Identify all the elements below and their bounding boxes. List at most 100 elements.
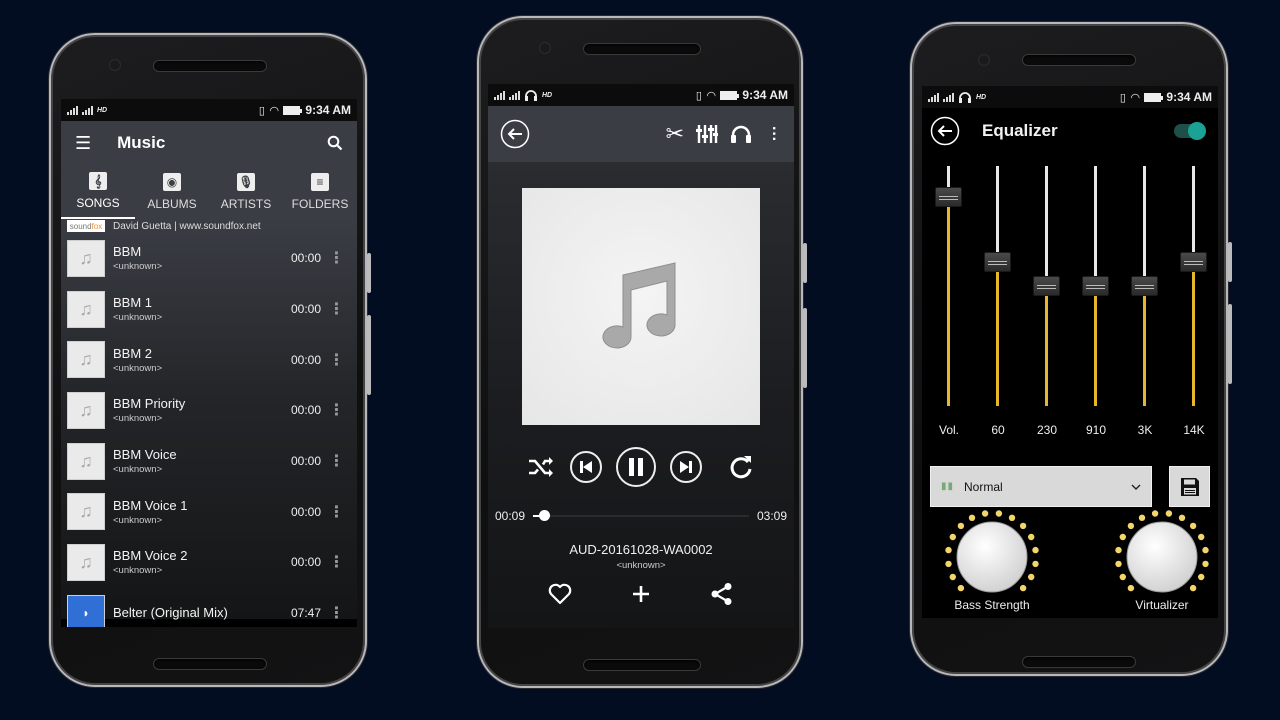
skip-previous-icon	[580, 461, 592, 473]
song-list-item[interactable]: ◗ Belter (Original Mix) 07:47 ⋮	[61, 588, 357, 627]
more-options-icon[interactable]: ⋮	[321, 400, 351, 420]
more-options-icon[interactable]: ⋮	[321, 248, 351, 268]
scissors-icon[interactable]: ✂	[666, 121, 684, 147]
slider-rail-filled	[996, 262, 999, 406]
player-screen: HD ▯ ◠ 9:34 AM ✂ ··· 00:09 03:09 AUD-201…	[488, 84, 794, 628]
more-options-icon[interactable]: ⋮	[321, 603, 351, 623]
knob-dial[interactable]	[1114, 510, 1210, 604]
band-slider[interactable]: 230	[1023, 166, 1071, 437]
album-art	[522, 188, 760, 425]
tab-folders[interactable]: ≡ FOLDERS	[283, 165, 357, 219]
soundfox-logo: sound fox	[67, 220, 105, 232]
slider-handle[interactable]	[1082, 276, 1109, 296]
tab-label: ARTISTS	[220, 197, 272, 211]
slider-handle[interactable]	[984, 252, 1011, 272]
tab-artists[interactable]: 🎙 ARTISTS	[209, 165, 283, 219]
seek-thumb[interactable]	[538, 510, 550, 521]
tab-albums[interactable]: ◉ ALBUMS	[135, 165, 209, 219]
phone-frame-music-list: HD ▯ ◠ 9:34 AM ☰ Music 𝄞 SONGS ◉ ALBUMS …	[49, 33, 371, 687]
more-options-icon[interactable]: ⋮	[321, 502, 351, 522]
add-to-playlist-button[interactable]	[631, 584, 651, 604]
favorite-button[interactable]	[548, 583, 572, 605]
song-list-item[interactable]: ♫ BBM 2 <unknown> 00:00 ⋮	[61, 334, 357, 385]
album-thumbnail: ♫	[67, 493, 105, 531]
previous-button[interactable]	[570, 451, 602, 483]
vibrate-icon: ▯	[258, 104, 265, 117]
volume-button	[1228, 304, 1232, 384]
now-playing-info: AUD-20161028-WA0002 <unknown>	[488, 542, 794, 571]
music-note-icon: ♫	[79, 551, 93, 572]
song-artist: <unknown>	[113, 362, 163, 374]
band-slider[interactable]: Vol.	[925, 166, 973, 437]
bass-strength-knob[interactable]: Bass Strength	[944, 510, 1040, 612]
song-list-item[interactable]: ♫ BBM Voice 1 <unknown> 00:00 ⋮	[61, 486, 357, 537]
preset-row: ▮▮ Normal	[930, 466, 1210, 507]
slider-handle[interactable]	[935, 187, 962, 207]
next-button[interactable]	[670, 451, 702, 483]
equalizer-icon[interactable]	[696, 123, 718, 145]
album-thumbnail: ♫	[67, 341, 105, 379]
hd-indicator: HD	[97, 106, 108, 114]
slider-rail-filled	[1045, 286, 1048, 406]
slider-rail-filled	[1094, 286, 1097, 406]
band-slider[interactable]: 60	[974, 166, 1022, 437]
song-list-item[interactable]: ♫ BBM Priority <unknown> 00:00 ⋮	[61, 385, 357, 436]
back-button[interactable]	[930, 116, 960, 146]
knob-dial[interactable]	[944, 510, 1040, 604]
song-list-item[interactable]: ♫ BBM Voice <unknown> 00:00 ⋮	[61, 436, 357, 487]
more-options-icon[interactable]: ⋮	[321, 451, 351, 471]
virtualizer-knob[interactable]: Virtualizer	[1114, 510, 1210, 612]
share-button[interactable]	[710, 582, 734, 606]
equalizer-toggle[interactable]	[1174, 122, 1206, 140]
wifi-icon: ◠	[269, 104, 279, 117]
song-list[interactable]: sound fox David Guetta | www.soundfox.net…	[61, 219, 357, 627]
repeat-button[interactable]	[726, 452, 756, 482]
band-slider[interactable]: 14K	[1170, 166, 1218, 437]
phone-frame-equalizer: HD ▯ ◠ 9:34 AM Equalizer Vol. 60 230 910 3K 1…	[910, 22, 1232, 676]
pause-button[interactable]	[616, 447, 656, 487]
song-list-item[interactable]: ♫ BBM Voice 2 <unknown> 00:00 ⋮	[61, 537, 357, 588]
slider-rail-upper	[1045, 166, 1048, 286]
band-slider[interactable]: 910	[1072, 166, 1120, 437]
seek-track[interactable]	[533, 510, 749, 521]
status-bar: HD ▯ ◠ 9:34 AM	[61, 99, 357, 121]
tab-songs[interactable]: 𝄞 SONGS	[61, 165, 135, 219]
shuffle-button[interactable]	[526, 452, 556, 482]
more-options-icon[interactable]: ···	[764, 126, 782, 142]
equalizer-toolbar: Equalizer	[922, 108, 1218, 154]
song-duration: 00:00	[290, 403, 321, 418]
song-artist: <unknown>	[616, 560, 666, 571]
bottom-speaker	[583, 659, 701, 671]
song-list-item[interactable]: ♫ BBM <unknown> 00:00 ⋮	[61, 233, 357, 284]
save-preset-button[interactable]	[1169, 466, 1210, 507]
more-options-icon[interactable]: ⋮	[321, 299, 351, 319]
more-options-icon[interactable]: ⋮	[321, 350, 351, 370]
status-bar: HD ▯ ◠ 9:34 AM	[488, 84, 794, 106]
preset-dropdown[interactable]: ▮▮ Normal	[930, 466, 1152, 507]
ad-banner[interactable]: sound fox David Guetta | www.soundfox.net	[61, 219, 357, 233]
song-duration: 00:00	[290, 454, 321, 469]
seek-bar: 00:09 03:09	[495, 509, 787, 523]
treble-clef-icon: 𝄞	[89, 172, 107, 190]
music-note-icon: ♫	[79, 501, 93, 522]
song-list-item[interactable]: ♫ BBM 1 <unknown> 00:00 ⋮	[61, 284, 357, 335]
signal-icon	[943, 92, 954, 102]
headphones-icon	[525, 90, 537, 101]
song-duration: 07:47	[290, 606, 321, 621]
slider-rail-filled	[947, 197, 950, 406]
headphones-icon[interactable]	[730, 124, 752, 144]
slider-handle[interactable]	[1033, 276, 1060, 296]
slider-handle[interactable]	[1131, 276, 1158, 296]
more-options-icon[interactable]: ⋮	[321, 552, 351, 572]
song-title: BBM Voice	[113, 447, 177, 463]
band-slider[interactable]: 3K	[1121, 166, 1169, 437]
slider-handle[interactable]	[1180, 252, 1207, 272]
signal-icon	[509, 90, 520, 100]
song-duration: 00:00	[290, 302, 321, 317]
back-button[interactable]	[500, 119, 530, 149]
search-icon[interactable]	[327, 135, 343, 151]
song-title: BBM	[113, 244, 142, 260]
slider-rail-upper	[1143, 166, 1146, 286]
menu-icon[interactable]: ☰	[75, 134, 91, 152]
song-title: Belter (Original Mix)	[113, 604, 228, 620]
